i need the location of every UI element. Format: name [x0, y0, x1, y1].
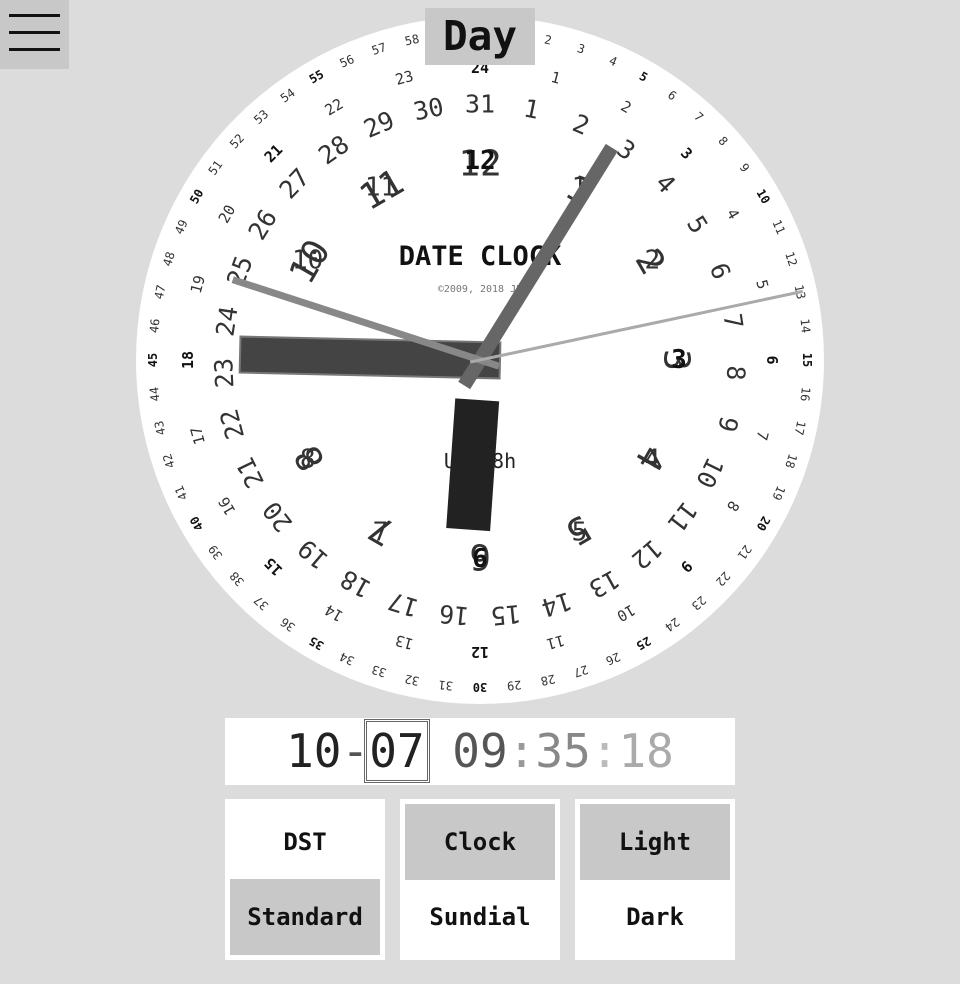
inner-hour-label: 5: [572, 517, 588, 547]
inner-hour-label: 4: [644, 445, 660, 475]
dst-toggle-group: DST Standard: [225, 799, 385, 960]
dst-option[interactable]: DST: [230, 804, 380, 880]
time-colon: :: [590, 724, 619, 778]
light-option[interactable]: Light: [580, 804, 730, 880]
twentyfour-hour-label: 6: [763, 355, 781, 364]
datetime-text: 10-07 09:35:18: [225, 718, 735, 785]
minute-tick-label: 45: [146, 353, 160, 367]
minute-tick-label: 31: [438, 677, 454, 692]
theme-toggle-group: Light Dark: [575, 799, 735, 960]
style-toggle-group: Clock Sundial: [400, 799, 560, 960]
minute-value[interactable]: 35: [535, 724, 590, 778]
hour-value[interactable]: 09: [452, 724, 507, 778]
standard-option[interactable]: Standard: [230, 879, 380, 955]
sundial-option[interactable]: Sundial: [405, 879, 555, 955]
minute-tick-label: 15: [800, 353, 814, 367]
clock-copyright: ©2009, 2018 JP: [438, 284, 522, 295]
day-label: 30: [411, 92, 446, 126]
time-colon: :: [507, 724, 536, 778]
minute-tick-label: 16: [797, 386, 812, 402]
minute-tick-label: 17: [792, 419, 809, 436]
minute-tick-label: 43: [152, 419, 169, 436]
minute-tick-label: 29: [506, 677, 522, 692]
mode-title: Day: [425, 8, 535, 65]
clock-option[interactable]: Clock: [405, 804, 555, 880]
minute-tick-label: 14: [797, 318, 812, 334]
second-value[interactable]: 18: [618, 724, 673, 778]
day-label: 15: [489, 599, 522, 631]
inner-hour-label: 2: [644, 246, 660, 276]
twentyfour-hour-label: 18: [179, 351, 197, 369]
day-label: 24: [210, 304, 243, 338]
inner-hour-label: 3: [671, 345, 687, 375]
month-value[interactable]: 10: [286, 724, 341, 778]
minute-tick-label: 30: [473, 680, 487, 694]
minute-tick-label: 58: [403, 32, 420, 49]
day-label: 8: [721, 365, 751, 382]
day-value[interactable]: 07: [364, 719, 430, 783]
day-label: 23: [209, 357, 239, 389]
dark-option[interactable]: Dark: [580, 879, 730, 955]
day-label: 16: [438, 599, 471, 631]
month-hand: [446, 398, 500, 532]
day-label: 31: [465, 90, 495, 119]
minute-tick-label: 44: [147, 386, 162, 402]
date-separator: -: [341, 724, 370, 778]
twentyfour-hour-label: 12: [471, 643, 489, 661]
inner-hour-label: 12: [464, 146, 495, 176]
minute-tick-label: 47: [152, 283, 169, 300]
inner-hour-label: 7: [373, 517, 389, 547]
minute-tick-label: 46: [147, 318, 162, 334]
inner-hour-label: 6: [472, 544, 488, 574]
datetime-display: 10-07 09:35:18: [225, 718, 735, 785]
inner-hour-label: 8: [300, 445, 316, 475]
clock-face: 1234567891011121314151617181920212223242…: [136, 16, 824, 704]
inner-hour-label: 11: [365, 173, 396, 203]
inner-hour-label: 10: [292, 246, 323, 276]
minute-tick-label: 28: [539, 672, 556, 689]
minute-tick-label: 32: [403, 672, 420, 689]
